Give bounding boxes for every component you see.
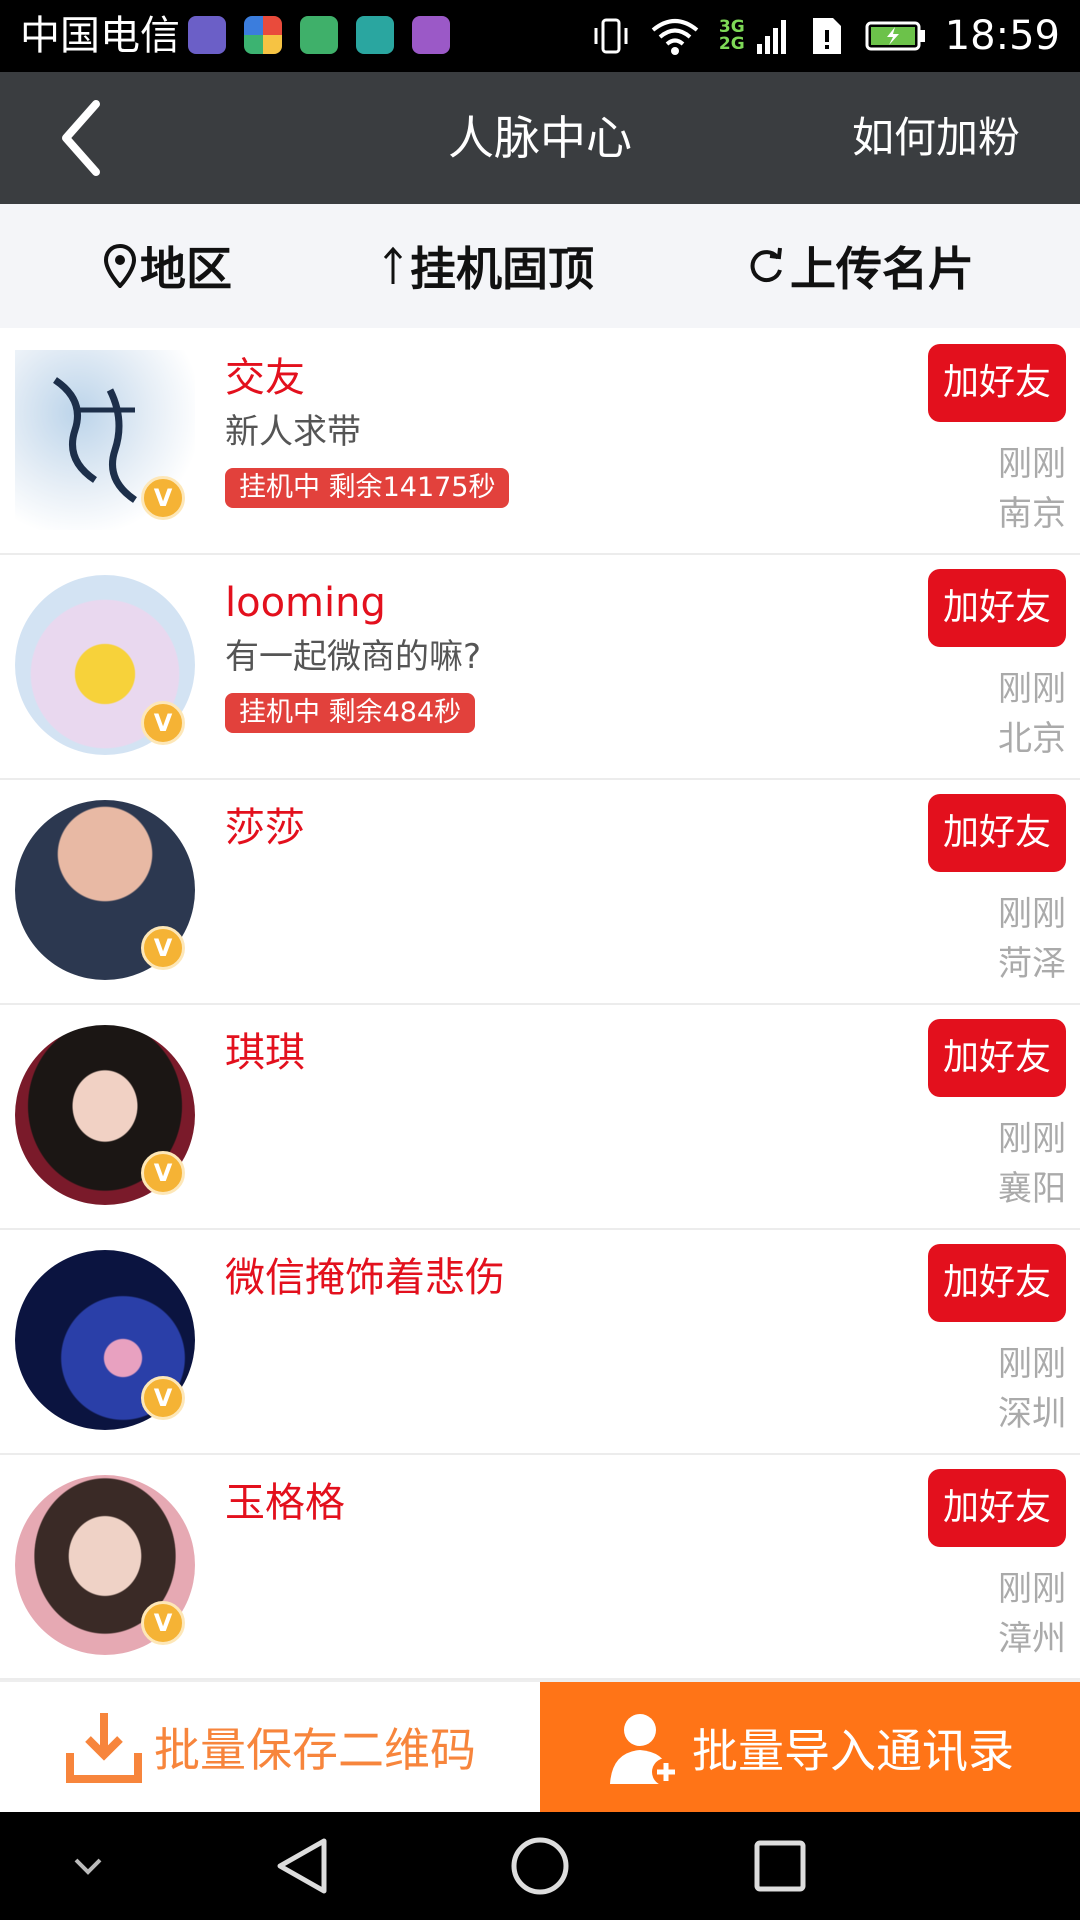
list-item[interactable]: V 莎莎 加好友 刚刚 菏泽 [0, 780, 1080, 1005]
battery-charging-icon [865, 21, 925, 51]
verified-badge-icon: V [141, 926, 185, 970]
filter-upload-card[interactable]: 上传名片 [746, 204, 974, 328]
add-friend-button[interactable]: 加好友 [928, 1469, 1066, 1547]
nav-home-button[interactable] [510, 1836, 570, 1896]
circle-home-icon [511, 1837, 569, 1895]
contact-time: 刚刚 [998, 1344, 1066, 1384]
app-header: 人脉中心 如何加粉 [0, 72, 1080, 204]
carrier-label: 中国电信 [20, 13, 180, 59]
briefcase-app-icon [300, 16, 338, 54]
verified-badge-icon: V [141, 1376, 185, 1420]
verified-badge-icon: V [141, 476, 185, 520]
contact-name: 琪琪 [225, 1030, 305, 1076]
how-to-gain-fans-link[interactable]: 如何加粉 [852, 72, 1020, 204]
network-type: 3G 2G [718, 17, 745, 54]
clock: 18:59 [944, 13, 1060, 59]
chevron-left-icon [62, 100, 100, 176]
location-pin-icon [104, 244, 136, 288]
contact-city: 漳州 [998, 1619, 1066, 1659]
add-friend-button[interactable]: 加好友 [928, 344, 1066, 422]
batch-save-qr-button[interactable]: 批量保存二维码 [0, 1682, 540, 1812]
add-friend-button[interactable]: 加好友 [928, 794, 1066, 872]
avatar[interactable]: V [15, 1250, 195, 1430]
add-contact-icon [610, 1714, 680, 1786]
contact-name: 莎莎 [225, 805, 305, 851]
verified-badge-icon: V [141, 1601, 185, 1645]
contact-message: 新人求带 [225, 412, 361, 452]
avatar[interactable]: V [15, 1025, 195, 1205]
vibrate-icon [594, 18, 628, 54]
batch-import-contacts-label: 批量导入通讯录 [692, 1724, 1014, 1778]
verified-badge-icon: V [141, 701, 185, 745]
contact-name: 微信掩饰着悲伤 [225, 1255, 505, 1301]
contact-name: 玉格格 [225, 1480, 345, 1526]
avatar[interactable]: V [15, 800, 195, 980]
contact-city: 襄阳 [998, 1169, 1066, 1209]
triangle-back-icon [277, 1838, 327, 1894]
wallet-app-icon [188, 16, 226, 54]
nav-hide-keyboard-button[interactable] [58, 1836, 118, 1896]
add-friend-button[interactable]: 加好友 [928, 1019, 1066, 1097]
system-navigation-bar [0, 1812, 1080, 1920]
nav-back-button[interactable] [272, 1836, 332, 1896]
status-bar: 中国电信 3G 2G 18:59 [0, 0, 1080, 72]
contact-city: 南京 [998, 494, 1066, 534]
batch-import-contacts-button[interactable]: 批量导入通讯录 [540, 1682, 1080, 1814]
hook-status-badge: 挂机中 剩余14175秒 [225, 468, 510, 508]
avatar[interactable]: V [15, 350, 195, 530]
arrow-up-icon [383, 246, 403, 284]
contact-city: 北京 [998, 719, 1066, 759]
add-friend-button[interactable]: 加好友 [928, 1244, 1066, 1322]
batch-save-qr-label: 批量保存二维码 [154, 1723, 476, 1777]
contact-time: 刚刚 [998, 444, 1066, 484]
contact-message: 有一起微商的嘛? [225, 637, 482, 677]
filter-pin-top-label: 挂机固顶 [410, 242, 594, 296]
contact-name: 交友 [225, 355, 305, 401]
filter-region[interactable]: 地区 [104, 204, 232, 328]
download-icon [66, 1713, 142, 1783]
avatar[interactable]: V [15, 575, 195, 755]
gallery-app-icon [412, 16, 450, 54]
contact-time: 刚刚 [998, 1119, 1066, 1159]
chevron-down-icon [74, 1858, 102, 1875]
filter-pin-top[interactable]: 挂机固顶 [380, 204, 594, 328]
contact-city: 深圳 [998, 1394, 1066, 1434]
sim-alert-icon [812, 18, 841, 54]
list-item[interactable]: V 玉格格 加好友 刚刚 漳州 [0, 1455, 1080, 1680]
list-item[interactable]: V 交友 新人求带 挂机中 剩余14175秒 加好友 刚刚 南京 [0, 330, 1080, 555]
status-indicators: 3G 2G 18:59 [591, 10, 1060, 62]
contact-time: 刚刚 [998, 894, 1066, 934]
contact-city: 菏泽 [998, 944, 1066, 984]
filter-region-label: 地区 [140, 242, 232, 296]
contact-time: 刚刚 [998, 669, 1066, 709]
filter-bar: 地区 挂机固顶 上传名片 [0, 204, 1080, 328]
android-app-icon [356, 16, 394, 54]
list-item[interactable]: V looming 有一起微商的嘛? 挂机中 剩余484秒 加好友 刚刚 北京 [0, 555, 1080, 780]
hook-status-badge: 挂机中 剩余484秒 [225, 693, 476, 733]
back-button[interactable] [40, 94, 120, 182]
nav-recents-button[interactable] [750, 1836, 810, 1896]
contact-list: V 交友 新人求带 挂机中 剩余14175秒 加好友 刚刚 南京 V loomi… [0, 330, 1080, 1680]
wifi-icon [651, 19, 699, 55]
avatar[interactable]: V [15, 1475, 195, 1655]
notification-icons [188, 16, 450, 54]
refresh-icon [750, 247, 782, 283]
list-item[interactable]: V 琪琪 加好友 刚刚 襄阳 [0, 1005, 1080, 1230]
filter-upload-card-label: 上传名片 [790, 242, 974, 296]
verified-badge-icon: V [141, 1151, 185, 1195]
browser-app-icon [244, 16, 282, 54]
list-item[interactable]: V 微信掩饰着悲伤 加好友 刚刚 深圳 [0, 1230, 1080, 1455]
signal-icon [756, 20, 786, 54]
contact-name: looming [225, 580, 386, 626]
add-friend-button[interactable]: 加好友 [928, 569, 1066, 647]
bottom-action-bar: 批量保存二维码 批量导入通讯录 [0, 1680, 1080, 1814]
square-recents-icon [754, 1840, 806, 1892]
contact-time: 刚刚 [998, 1569, 1066, 1609]
